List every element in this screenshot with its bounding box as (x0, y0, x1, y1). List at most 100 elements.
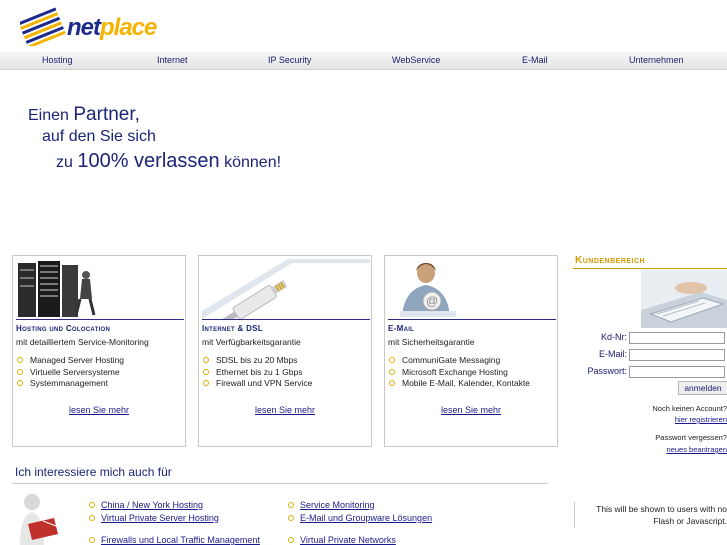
interest-link[interactable]: China / New York Hosting (101, 500, 203, 510)
password-input[interactable] (629, 366, 725, 378)
customer-login-panel: Kundenbereich Kd-Nr: E-Mail: Passwort: a… (573, 250, 727, 480)
tagline-line-2: auf den Sie sich (42, 128, 156, 145)
interest-link[interactable]: Virtual Private Networks (300, 535, 396, 545)
list-item-label: Microsoft Exchange Hosting (402, 366, 508, 377)
card-subtitle: mit detailliertem Service-Monitoring (16, 337, 149, 347)
card-divider (202, 319, 370, 320)
circle-bullet-icon (89, 502, 95, 508)
no-account-text: Noch keinen Account? (652, 404, 727, 413)
card-title: E-Mail (388, 324, 415, 333)
read-more-wrap: lesen Sie mehr (199, 405, 371, 415)
customer-area-divider (573, 268, 727, 269)
card-feature-list: Managed Server Hosting Virtuelle Servers… (17, 355, 124, 390)
nav-email[interactable]: E-Mail (522, 55, 548, 65)
interest-link[interactable]: Service Monitoring (300, 500, 375, 510)
list-item: Firewalls und Local Traffic Management (89, 535, 260, 545)
interest-divider (12, 483, 548, 484)
nav-hosting[interactable]: Hosting (42, 55, 73, 65)
list-item: Systemmanagement (17, 378, 124, 390)
list-item-label: Firewall und VPN Service (216, 378, 313, 388)
circle-bullet-icon (89, 514, 95, 521)
tagline-l3b: 100% verlassen (77, 150, 220, 172)
customer-area-title: Kundenbereich (575, 255, 646, 266)
circle-bullet-icon (389, 368, 395, 375)
read-more-link[interactable]: lesen Sie mehr (255, 405, 315, 415)
list-item-label: Managed Server Hosting (30, 355, 125, 365)
network-cable-icon[interactable] (202, 259, 370, 319)
forgot-password-text: Passwort vergessen? (655, 433, 727, 442)
brand-part-net: net (67, 14, 101, 41)
brand-part-place: place (100, 14, 157, 41)
tagline-l1b: Partner, (73, 104, 140, 125)
circle-bullet-icon (389, 380, 395, 386)
brand-name[interactable]: netplace (67, 14, 157, 42)
svg-text:@: @ (426, 294, 438, 308)
interest-links-col-1: China / New York Hosting Virtual Private… (89, 500, 260, 545)
card-divider (388, 319, 556, 320)
register-link[interactable]: hier registrieren (675, 415, 727, 424)
reading-person-icon (20, 494, 58, 545)
card-hosting: Hosting und Colocation mit detailliertem… (12, 255, 186, 447)
list-item: E-Mail und Groupware Lösungen (288, 513, 432, 526)
card-divider (16, 319, 184, 320)
card-subtitle: mit Sicherheitsgarantie (388, 337, 475, 347)
kdnr-input[interactable] (629, 332, 725, 344)
circle-bullet-icon (89, 537, 95, 543)
card-title: Hosting und Colocation (16, 324, 111, 333)
server-rack-icon[interactable] (16, 259, 184, 319)
email-label: E-Mail: (598, 349, 627, 359)
circle-bullet-icon (288, 537, 294, 543)
list-item: CommuniGate Messaging (389, 355, 530, 367)
list-item-label: Systemmanagement (30, 378, 108, 388)
circle-bullet-icon (288, 514, 294, 521)
card-title: Internet & DSL (202, 324, 263, 333)
list-item-label: Mobile E-Mail, Kalender, Kontakte (402, 378, 531, 388)
tagline-l3a: zu (56, 154, 78, 171)
list-item-label: CommuniGate Messaging (402, 355, 501, 365)
read-more-wrap: lesen Sie mehr (13, 405, 185, 415)
flash-fallback-box: This will be shown to users with no Flas… (574, 502, 727, 528)
laptop-typing-icon (641, 270, 727, 328)
email-woman-icon[interactable]: @ (388, 259, 556, 319)
read-more-wrap: lesen Sie mehr (385, 405, 557, 415)
list-item: Microsoft Exchange Hosting (389, 367, 530, 379)
email-input[interactable] (629, 349, 725, 361)
list-item: SDSL bis zu 20 Mbps (203, 355, 312, 367)
interest-link[interactable]: Firewalls und Local Traffic Management (101, 535, 260, 545)
password-label: Passwort: (587, 366, 627, 376)
login-button[interactable]: anmelden (678, 381, 727, 395)
circle-bullet-icon (203, 357, 209, 363)
nav-webservice[interactable]: WebService (392, 55, 440, 65)
interest-links-col-2: Service Monitoring E-Mail und Groupware … (288, 500, 432, 545)
list-item: Service Monitoring (288, 500, 432, 513)
list-item-label: SDSL bis zu 20 Mbps (216, 355, 298, 365)
read-more-link[interactable]: lesen Sie mehr (441, 405, 501, 415)
kdnr-label: Kd-Nr: (600, 332, 627, 342)
circle-bullet-icon (389, 357, 395, 363)
tagline-l3c: können! (219, 154, 282, 171)
tagline: Einen Partner, auf den Sie sich zu 100% … (28, 104, 281, 173)
nav-internet[interactable]: Internet (157, 55, 188, 65)
card-subtitle: mit Verfügbarkeitsgarantie (202, 337, 301, 347)
circle-bullet-icon (203, 380, 209, 386)
list-item: Firewall und VPN Service (203, 378, 312, 390)
request-password-link[interactable]: neues beantragen (667, 445, 727, 454)
read-more-link[interactable]: lesen Sie mehr (69, 405, 129, 415)
tagline-l1a: Einen (28, 107, 74, 124)
circle-bullet-icon (17, 368, 23, 375)
nav-ip-security[interactable]: IP Security (268, 55, 311, 65)
card-email: @ E-Mail mit Sicherheitsgarantie Communi… (384, 255, 558, 447)
flash-line-2: Flash or Javascript. (653, 516, 727, 526)
interest-link[interactable]: E-Mail und Groupware Lösungen (300, 513, 432, 523)
main-nav: Hosting Internet IP Security WebService … (0, 52, 727, 70)
card-feature-list: SDSL bis zu 20 Mbps Ethernet bis zu 1 Gb… (203, 355, 312, 390)
flash-fallback-text: This will be shown to users with no Flas… (596, 503, 727, 527)
list-item-label: Ethernet bis zu 1 Gbps (216, 366, 303, 377)
list-item: Virtual Private Networks (288, 535, 432, 545)
list-item: Managed Server Hosting (17, 355, 124, 367)
nav-unternehmen[interactable]: Unternehmen (629, 55, 684, 65)
interest-link[interactable]: Virtual Private Server Hosting (101, 513, 219, 523)
circle-bullet-icon (17, 380, 23, 386)
circle-bullet-icon (17, 357, 23, 363)
flash-line-1: This will be shown to users with no (596, 504, 727, 514)
